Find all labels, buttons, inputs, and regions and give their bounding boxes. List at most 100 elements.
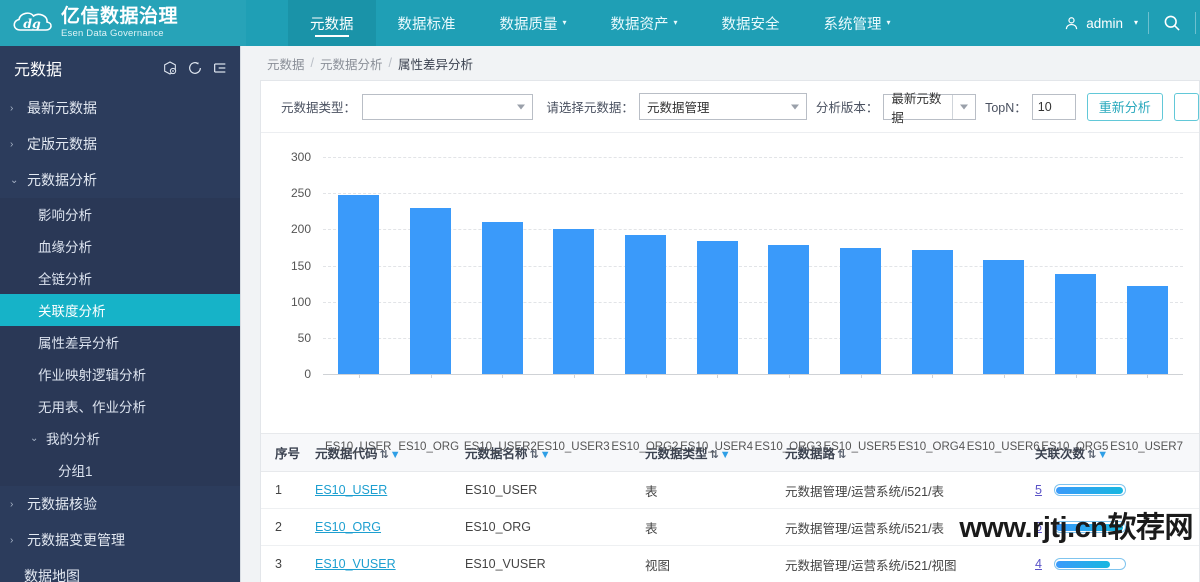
sidebar-header: 元数据 [0,46,240,90]
table-row[interactable]: 1 ES10_USER ES10_USER 表元数据管理/运营系统/i521/表 5 [261,471,1199,509]
cell-path: 元数据管理/运营系统/i521/表 [779,471,1029,509]
relation-count-link[interactable]: 5 [1035,483,1042,497]
topn-input[interactable] [1031,93,1076,120]
cube-settings-icon[interactable] [162,60,178,76]
sidebar-item-label: 元数据分析 [27,172,97,188]
chart-plot-area: 0 50 100 150 200 250 300 [277,149,1183,433]
refresh-icon[interactable] [187,60,203,76]
nav-item-data-assets[interactable]: 数据资产 ▾ [589,0,700,46]
x-tick-label: ES10_USER7 [1110,441,1183,453]
sidebar-item-group1[interactable]: 分组1 [0,454,240,486]
chart-bar[interactable] [983,260,1025,374]
metadata-type-select[interactable] [362,93,534,120]
chart-bar[interactable] [768,245,810,374]
chart-bar[interactable] [625,235,667,374]
x-tick-label: ES10_USER3 [536,441,610,453]
nav-item-data-quality[interactable]: 数据质量 ▾ [478,0,589,46]
sidebar-item-data-map[interactable]: 数据地图 [0,558,240,582]
table-row[interactable]: 2 ES10_ORG ES10_ORG 表元数据管理/运营系统/i521/表 5 [261,508,1199,546]
sidebar-item-impact-analysis[interactable]: 影响分析 [0,198,240,230]
cell-path: 元数据管理/运营系统/i521/视图 [779,545,1029,582]
sidebar-item-metadata-analysis[interactable]: ⌄ 元数据分析 [0,162,240,198]
x-tick [358,374,360,378]
cell-type: 视图 [639,545,779,582]
sidebar-item-label: 作业映射逻辑分析 [38,368,146,383]
sidebar-item-versioned-metadata[interactable]: › 定版元数据 [0,126,240,162]
brand-logo[interactable]: dg 亿信数据治理 Esen Data Governance [0,0,246,46]
chart-bar[interactable] [1126,285,1168,374]
sidebar-item-full-chain-analysis[interactable]: 全链分析 [0,262,240,294]
user-menu[interactable]: admin ▾ [1053,15,1148,32]
sidebar-item-label: 定版元数据 [27,136,97,152]
chart-bar[interactable] [410,207,451,374]
filter-toolbar: 元数据类型： 请选择元数据： 元数据管理 分析版本： 最新元数据 TopN： 1… [261,81,1200,133]
reanalyze-button[interactable]: 重新分析 [1086,92,1163,121]
sidebar-item-metadata-change-management[interactable]: › 元数据变更管理 [0,522,240,558]
metadata-code-link[interactable]: ES10_USER [315,483,387,497]
chart-bar-cell [538,157,610,378]
metadata-select[interactable]: 元数据管理 [638,93,807,120]
nav-item-data-security[interactable]: 数据安全 [700,0,802,46]
chart-bar[interactable] [1055,274,1097,374]
table-row[interactable]: 3 ES10_VUSER ES10_VUSER 视图 元数据管理/运营系统/i521/视… [261,545,1199,582]
sidebar-item-label: 分组1 [58,464,93,479]
sidebar-item-unused-tables-jobs-analysis[interactable]: 无用表、作业分析 [0,390,240,422]
chevron-down-icon [959,104,968,109]
relation-count-link[interactable]: 4 [1035,557,1042,571]
chart-bar[interactable] [840,248,882,374]
results-table: 序号 元数据代码 ⇅▼ 元数据名称 ⇅▼ 元数据类型 ⇅▼ 元数据路 ⇅ 关联次… [261,433,1199,582]
x-tick-label: ES10_USER6 [966,441,1040,453]
chevron-down-icon: ⌄ [30,432,39,444]
chart-bar[interactable] [553,229,595,374]
analysis-version-select[interactable]: 最新元数据 [883,92,976,125]
nav-item-data-standard[interactable]: 数据标准 [376,0,478,46]
topn-label: TopN： [985,101,1027,115]
nav-item-metadata[interactable]: 元数据 [288,0,376,46]
sidebar-item-my-analysis[interactable]: ⌄ 我的分析 [0,422,240,454]
dg-cloud-logo-icon: dg [13,12,52,31]
chart-bar-cell [1040,157,1112,378]
chart-bar[interactable] [338,195,380,374]
breadcrumb-separator: / [310,56,314,70]
sidebar-item-label: 无用表、作业分析 [38,400,146,415]
chart-bar[interactable] [911,250,953,374]
nav-label: 系统管理 [823,16,882,33]
metadata-code-link[interactable]: ES10_VUSER [315,557,396,571]
breadcrumb-item-0[interactable]: 元数据 [267,54,305,73]
sidebar-item-lineage-analysis[interactable]: 血缘分析 [0,230,240,262]
chevron-down-icon: ▾ [886,17,891,27]
x-tick-label: ES10_USER [324,441,392,453]
y-tick-label: 0 [304,367,311,381]
x-tick [860,374,862,378]
relation-count-bar [1053,521,1126,533]
nav-item-system-management[interactable]: 系统管理 ▾ [802,0,913,46]
relation-count-link[interactable]: 5 [1035,520,1042,534]
cell-relation-count: 5 [1029,471,1199,509]
main-content: 元数据 / 元数据分析 / 属性差异分析 元数据类型： 请选择元数据： 元数据管… [241,46,1200,582]
x-tick [1147,374,1149,378]
relevance-bar-chart: 0 50 100 150 200 250 300 ES10_USER ES10_ORG ES10… [261,133,1199,453]
breadcrumb-item-1[interactable]: 元数据分析 [320,54,383,73]
metadata-code-link[interactable]: ES10_ORG [315,520,381,534]
chart-bar-cell [968,157,1040,378]
sidebar-item-relevance-analysis[interactable]: 关联度分析 [0,294,240,326]
sidebar-item-label: 关联度分析 [38,304,106,319]
nav-label: 数据质量 [499,16,558,33]
sidebar-item-job-mapping-logic-analysis[interactable]: 作业映射逻辑分析 [0,358,240,390]
collapse-icon[interactable] [212,60,228,76]
chart-bar[interactable] [696,240,738,374]
sidebar-item-latest-metadata[interactable]: › 最新元数据 [0,90,240,126]
reanalyze-button-label: 重新分析 [1098,100,1151,115]
secondary-action-button[interactable] [1173,92,1200,121]
search-button[interactable] [1149,13,1195,33]
chart-bar[interactable] [481,222,523,374]
sidebar-item-label: 最新元数据 [27,100,97,116]
sidebar-item-attribute-diff-analysis[interactable]: 属性差异分析 [0,326,240,358]
cell-code: ES10_VUSER [309,545,459,582]
sidebar-item-label: 数据地图 [24,568,80,582]
sidebar-header-actions [162,60,228,76]
analysis-version-value: 最新元数据 [891,91,942,125]
sidebar-title: 元数据 [14,62,63,79]
sidebar-item-metadata-verification[interactable]: › 元数据核验 [0,486,240,522]
chevron-right-icon: › [10,138,14,150]
